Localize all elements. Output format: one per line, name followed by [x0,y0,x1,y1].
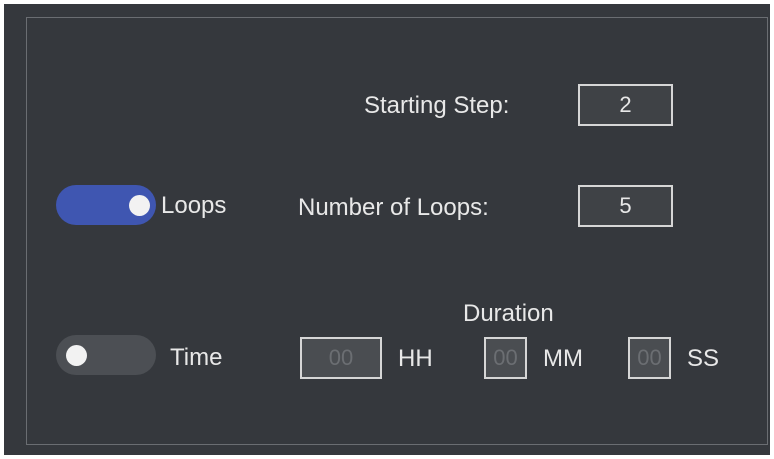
time-toggle-label: Time [170,344,223,371]
number-of-loops-input[interactable] [578,185,673,227]
time-toggle-knob [66,345,87,366]
starting-step-input[interactable] [578,84,673,126]
loops-toggle[interactable] [56,185,156,225]
duration-label: Duration [463,300,554,327]
minutes-unit-label: MM [543,345,583,372]
loops-toggle-label: Loops [161,192,227,219]
time-toggle[interactable] [56,335,156,375]
starting-step-label: Starting Step: [364,92,510,119]
hours-unit-label: HH [398,345,433,372]
seconds-unit-label: SS [687,345,720,372]
hours-input[interactable] [300,337,382,379]
settings-panel: Starting Step: Loops Number of Loops: Du… [4,4,770,455]
settings-frame [26,17,768,445]
minutes-input[interactable] [484,337,527,379]
loops-toggle-knob [129,195,150,216]
number-of-loops-label: Number of Loops: [298,194,489,221]
seconds-input[interactable] [628,337,671,379]
